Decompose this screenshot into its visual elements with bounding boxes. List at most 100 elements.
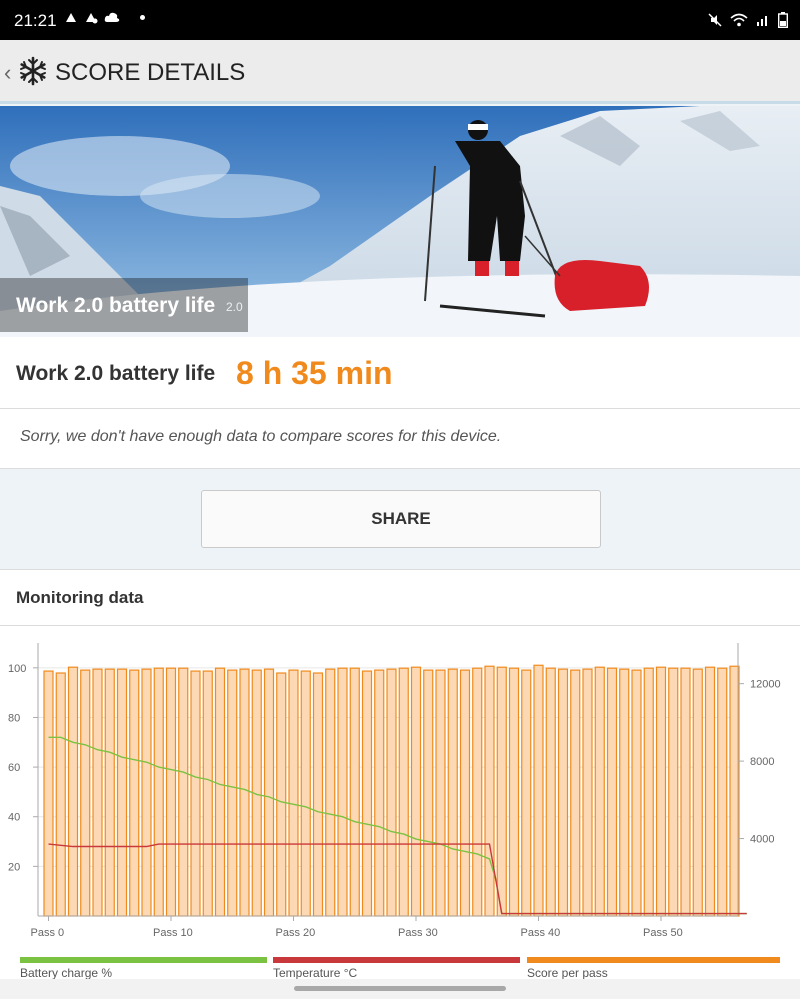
score-bar <box>410 666 422 917</box>
notification-icon <box>86 13 98 24</box>
y-left-tick-label: 100 <box>8 663 26 675</box>
compare-card: Sorry, we don't have enough data to comp… <box>0 409 800 469</box>
score-bar <box>435 669 446 917</box>
score-bar <box>227 669 238 917</box>
monitoring-chart: 100 80 60 40 20 12000 8000 4000 Pass 0 Pass 10 Pas… <box>8 643 781 939</box>
score-bar <box>692 668 703 917</box>
snowflake-logo-icon[interactable] <box>18 56 48 86</box>
score-bar <box>545 667 556 917</box>
score-bar <box>557 668 569 917</box>
score-bar <box>423 669 434 917</box>
x-tick-label: Pass 40 <box>521 927 561 939</box>
score-bar <box>116 668 128 917</box>
score-bar <box>300 670 311 917</box>
page-title: SCORE DETAILS <box>55 59 246 86</box>
score-bar <box>459 669 471 917</box>
score-bar <box>570 669 581 917</box>
score-bar <box>619 668 630 917</box>
score-bar <box>594 666 605 917</box>
legend-score-label: Score per pass <box>527 966 608 980</box>
score-bar <box>141 668 152 917</box>
notification-icons <box>64 10 145 24</box>
back-chevron-icon[interactable]: ‹ <box>4 60 11 86</box>
score-bar <box>43 670 54 917</box>
home-gesture-pill[interactable] <box>294 986 506 991</box>
signal-icon <box>757 16 767 26</box>
x-tick-label: Pass 20 <box>276 927 316 939</box>
legend-battery: Battery charge % <box>20 957 267 981</box>
y-right-tick-label: 4000 <box>750 834 774 846</box>
score-bar <box>717 667 728 917</box>
legend-battery-swatch <box>20 957 267 963</box>
score-bar <box>349 667 360 917</box>
score-bar <box>92 668 103 917</box>
status-bar: 21:21 <box>0 0 800 40</box>
score-bar <box>325 668 336 917</box>
score-bar <box>668 667 679 917</box>
score-bar <box>447 668 458 917</box>
score-bar <box>337 667 348 917</box>
score-bar <box>655 666 667 917</box>
legend-battery-label: Battery charge % <box>20 966 113 980</box>
monitoring-title: Monitoring data <box>16 588 144 607</box>
y-right-tick-label: 12000 <box>750 679 781 691</box>
score-bar <box>472 667 483 917</box>
score-bar <box>288 669 299 917</box>
score-bar <box>67 666 79 917</box>
score-bar <box>386 668 397 917</box>
score-bar <box>533 664 544 917</box>
score-bar <box>80 669 91 917</box>
score-bar <box>631 669 642 917</box>
score-bar <box>214 667 226 917</box>
x-tick-label: Pass 10 <box>153 927 193 939</box>
more-dot-icon <box>140 14 145 20</box>
score-bar <box>239 668 250 917</box>
compare-message: Sorry, we don't have enough data to comp… <box>20 428 502 445</box>
system-icons <box>708 12 788 28</box>
score-bar <box>643 667 654 917</box>
score-bar <box>190 670 201 917</box>
hero-version: 2.0 <box>226 300 243 314</box>
score-bar <box>178 667 189 917</box>
notification-icon <box>66 13 76 22</box>
legend-temperature: Temperature °C <box>273 957 520 981</box>
legend-score: Score per pass <box>527 957 780 981</box>
score-bar <box>361 670 373 917</box>
cloud-icon <box>104 12 120 22</box>
x-tick-label: Pass 0 <box>31 927 65 939</box>
score-bar <box>165 667 177 917</box>
app-bar: ‹ SCORE DETAILS <box>0 40 800 104</box>
y-left-tick-label: 60 <box>8 762 20 774</box>
score-bar <box>263 668 275 917</box>
score-value: 8 h 35 min <box>236 355 393 391</box>
score-bar <box>704 666 716 917</box>
legend-temperature-label: Temperature °C <box>273 966 358 980</box>
score-bar <box>680 667 691 917</box>
y-right-tick-label: 8000 <box>750 756 774 768</box>
score-bar <box>312 672 324 917</box>
score-bar <box>276 672 287 917</box>
x-tick-label: Pass 30 <box>398 927 438 939</box>
score-card: Work 2.0 battery life 8 h 35 min <box>0 337 800 409</box>
status-time: 21:21 <box>14 11 57 30</box>
share-button[interactable]: SHARE <box>201 490 601 548</box>
score-bar <box>521 669 532 917</box>
mute-icon <box>708 13 722 27</box>
hero-title: Work 2.0 battery life <box>16 294 216 317</box>
score-bar <box>153 667 164 917</box>
score-bar <box>484 665 495 917</box>
score-bar <box>55 672 66 917</box>
score-bar <box>398 667 409 917</box>
score-bar <box>496 666 507 917</box>
legend-temperature-swatch <box>273 957 520 963</box>
score-bar <box>202 670 213 917</box>
x-tick-label: Pass 50 <box>643 927 683 939</box>
score-bar <box>508 667 520 917</box>
wifi-icon <box>730 13 748 27</box>
y-left-tick-label: 40 <box>8 812 20 824</box>
navigation-bar <box>0 979 800 999</box>
score-label: Work 2.0 battery life <box>16 362 216 385</box>
battery-icon <box>778 12 788 28</box>
hero-banner: Work 2.0 battery life 2.0 <box>0 106 800 337</box>
score-bar <box>374 669 385 917</box>
